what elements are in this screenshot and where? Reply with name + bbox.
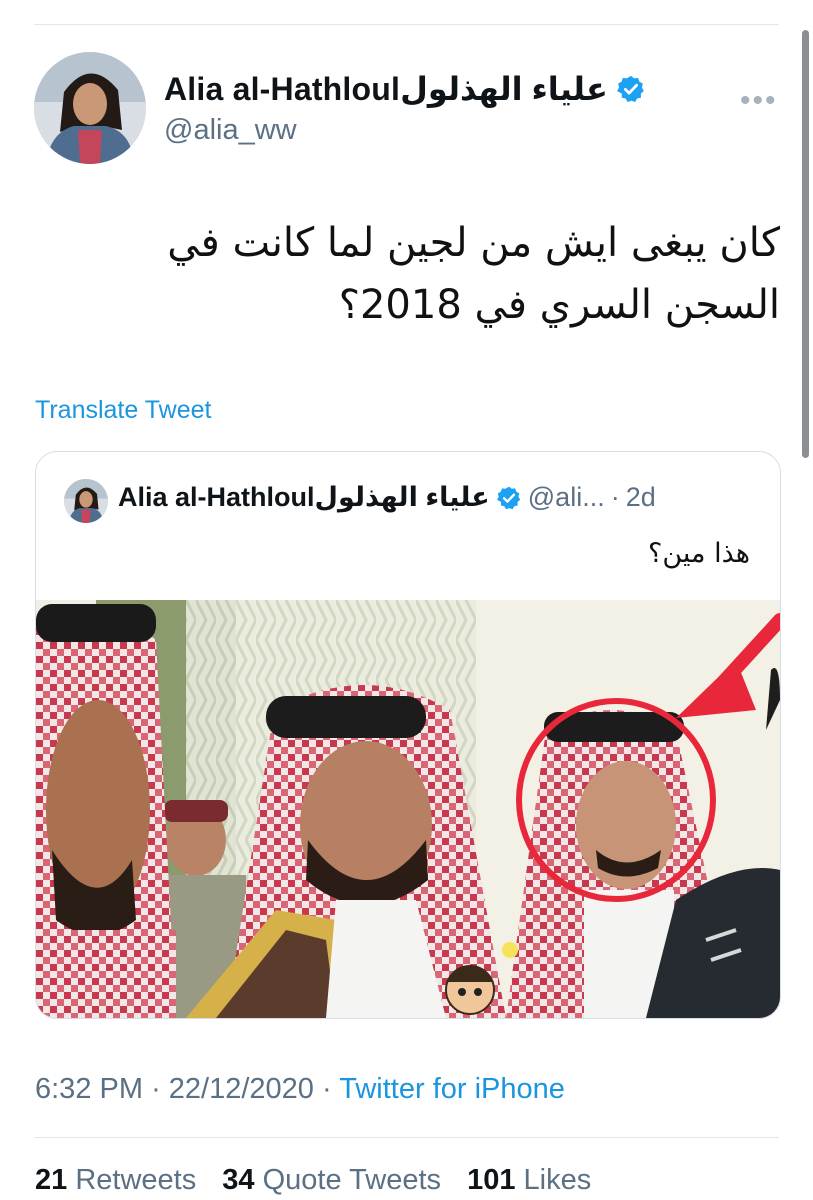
quote-tweets-count: 34 — [222, 1164, 255, 1196]
quoted-separator: · — [610, 482, 620, 512]
top-divider — [34, 24, 779, 25]
author-name-row[interactable]: Alia al-Hathloulعلياء الهذلول — [164, 70, 646, 108]
quoted-tweet-time: 2d — [625, 482, 656, 512]
likes-label: Likes — [523, 1164, 592, 1196]
meta-separator: · — [151, 1073, 161, 1105]
quote-tweets-label: Quote Tweets — [262, 1164, 442, 1196]
quoted-author-handle: @ali... — [527, 482, 605, 512]
tweet-source-link[interactable]: Twitter for iPhone — [339, 1073, 565, 1105]
quote-tweets-stat[interactable]: 34 Quote Tweets — [222, 1164, 441, 1196]
retweets-count: 21 — [35, 1164, 68, 1196]
quoted-tweet-header: Alia al-Hathloulعلياء الهذلول @ali... · … — [118, 482, 656, 513]
more-options-icon[interactable]: ••• — [740, 86, 778, 116]
tweet-text: كان يبغى ايش من لجين لما كانت في السجن ا… — [167, 220, 780, 328]
quoted-tweet-text: هذا مين؟ — [648, 538, 750, 569]
quoted-tweet-card[interactable]: Alia al-Hathloulعلياء الهذلول @ali... · … — [35, 451, 781, 1019]
tweet-metadata: 6:32 PM · 22/12/2020 · Twitter for iPhon… — [35, 1073, 565, 1106]
author-handle[interactable]: @alia_ww — [164, 114, 297, 147]
author-display-name[interactable]: Alia al-Hathloulعلياء الهذلول — [164, 70, 608, 108]
engagement-stats: 21 Retweets 34 Quote Tweets 101 Likes — [35, 1164, 609, 1197]
retweets-label: Retweets — [75, 1164, 197, 1196]
tweet-time: 6:32 PM — [35, 1073, 143, 1105]
verified-badge-icon — [496, 486, 520, 509]
retweets-stat[interactable]: 21 Retweets — [35, 1164, 196, 1196]
likes-count: 101 — [467, 1164, 516, 1196]
tweet-date: 22/12/2020 — [168, 1073, 314, 1105]
stats-divider — [34, 1137, 779, 1138]
author-avatar[interactable] — [34, 52, 146, 164]
quoted-tweet-photo[interactable] — [36, 600, 780, 1018]
verified-badge-icon — [616, 75, 644, 102]
meta-separator: · — [322, 1073, 332, 1105]
quoted-author-avatar — [64, 479, 108, 523]
likes-stat[interactable]: 101 Likes — [467, 1164, 591, 1196]
scrollbar-thumb[interactable] — [802, 30, 809, 458]
translate-tweet-link[interactable]: Translate Tweet — [35, 396, 211, 425]
quoted-author-name: Alia al-Hathloulعلياء الهذلول — [118, 482, 490, 512]
